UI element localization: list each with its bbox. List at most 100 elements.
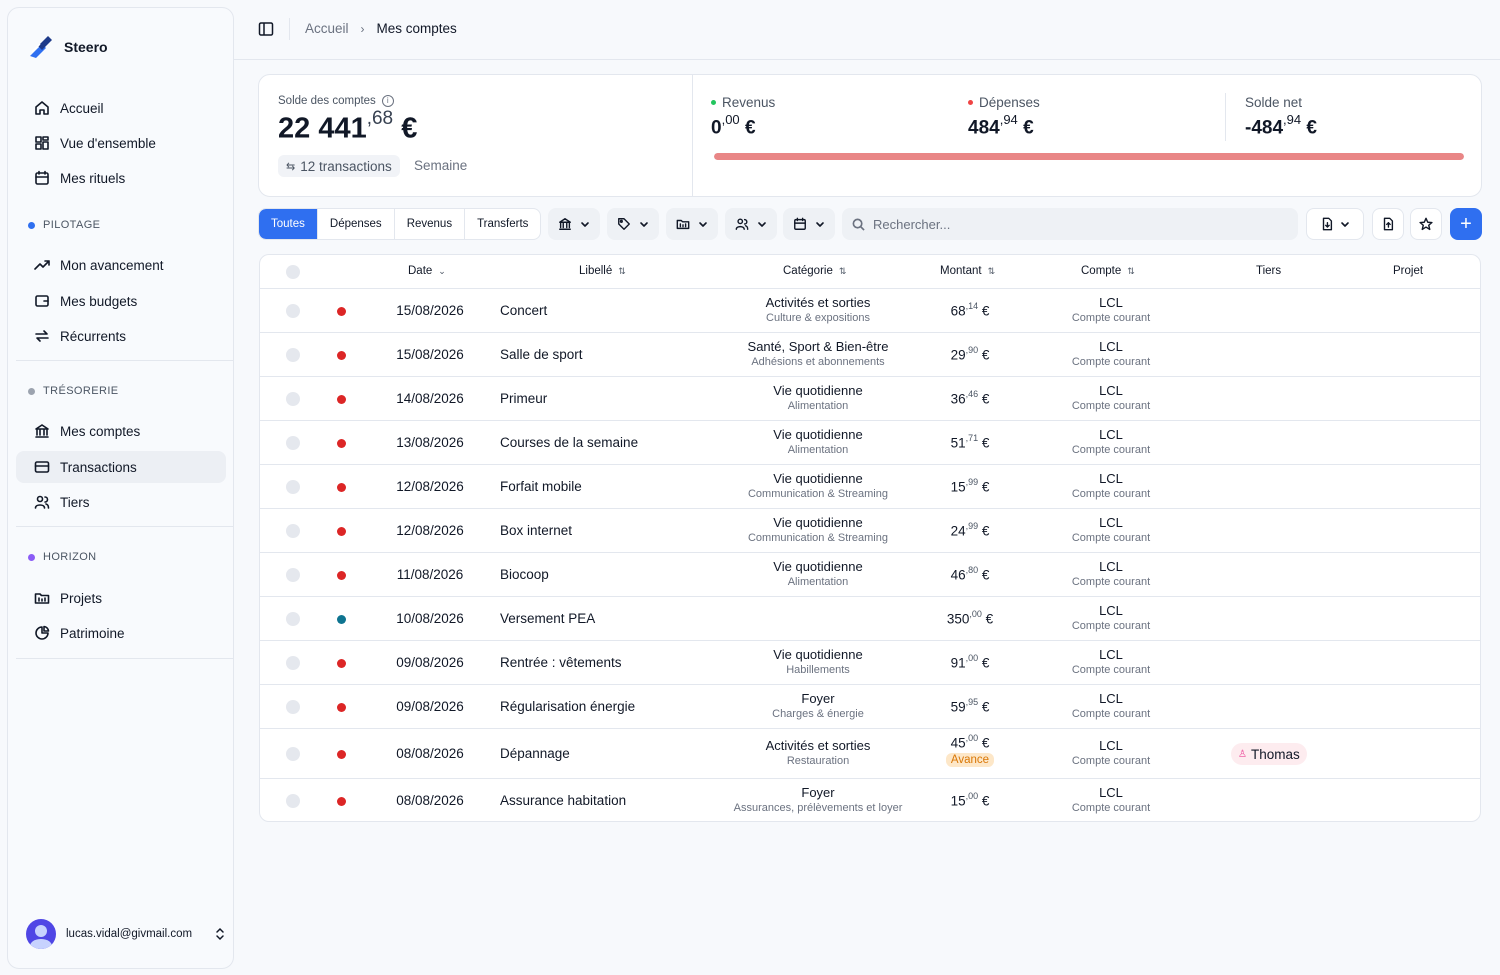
column-date[interactable]: Date ⌄ [408, 265, 446, 277]
account-type: Compte courant [1071, 755, 1151, 767]
file-download-icon [1322, 217, 1333, 231]
amount-dec: ,14 [965, 301, 979, 311]
folder-icon [34, 590, 50, 606]
card-icon [34, 459, 50, 475]
brand[interactable]: Steero [28, 34, 108, 60]
table-row[interactable]: 08/08/2026 Dépannage Activités et sorties R… [260, 729, 1480, 779]
account-filter-button[interactable] [548, 208, 600, 240]
breadcrumb-home[interactable]: Accueil [305, 21, 349, 36]
column-tiers[interactable]: Tiers [1256, 265, 1281, 277]
favorite-button[interactable] [1410, 208, 1442, 240]
tiers-chip[interactable]: ♙ Thomas [1231, 743, 1307, 765]
row-checkbox[interactable] [286, 348, 300, 362]
table-row[interactable]: 11/08/2026 Biocoop Vie quotidienne Alimenta… [260, 553, 1480, 597]
add-transaction-button[interactable]: + [1450, 208, 1482, 240]
sidebar-item-comptes[interactable]: Mes comptes [16, 415, 226, 447]
search-input[interactable] [873, 216, 1273, 232]
date-filter-button[interactable] [783, 208, 835, 240]
column-label: Date [408, 265, 433, 277]
row-checkbox[interactable] [286, 480, 300, 494]
select-all-checkbox[interactable] [286, 265, 300, 279]
account-name: LCL [1099, 738, 1123, 753]
row-checkbox[interactable] [286, 612, 300, 626]
metric-label: Dépenses [968, 95, 1040, 110]
brand-name: Steero [64, 39, 108, 55]
file-upload-icon [1383, 217, 1394, 231]
table-row[interactable]: 09/08/2026 Rentrée : vêtements Vie quotidi… [260, 641, 1480, 685]
depenses-dec: ,94 [999, 112, 1018, 127]
sidebar-item-budgets[interactable]: Mes budgets [16, 285, 226, 317]
tab-transferts[interactable]: Transferts [465, 209, 540, 239]
sidebar-item-tiers[interactable]: Tiers [16, 486, 226, 518]
column-categorie[interactable]: Catégorie ⇅ [783, 265, 846, 277]
cell-libelle: Concert [500, 303, 548, 318]
account-name: LCL [1099, 471, 1123, 486]
expense-progress-bar [714, 153, 1464, 160]
period-label[interactable]: Semaine [414, 158, 467, 173]
account-name: LCL [1099, 559, 1123, 574]
sidebar-item-vue-ensemble[interactable]: Vue d'ensemble [16, 127, 226, 159]
balance-int: 22 441 [278, 112, 367, 145]
column-montant[interactable]: Montant ⇅ [940, 265, 995, 277]
project-filter-button[interactable] [666, 208, 718, 240]
sidebar-item-rituels[interactable]: Mes rituels [16, 162, 226, 194]
bank-icon [559, 218, 571, 230]
sidebar-item-recurrents[interactable]: Récurrents [16, 320, 226, 352]
row-checkbox[interactable] [286, 436, 300, 450]
metric-value: -484,94 € [1245, 112, 1317, 139]
home-icon [34, 100, 50, 116]
cell-libelle: Versement PEA [500, 611, 596, 626]
transfer-icon: ⇆ [286, 160, 296, 173]
tab-toutes[interactable]: Toutes [259, 209, 318, 239]
column-libelle[interactable]: Libellé ⇅ [579, 265, 626, 277]
row-checkbox[interactable] [286, 568, 300, 582]
repeat-icon [34, 328, 50, 344]
currency: € [981, 699, 990, 715]
search-box [842, 208, 1298, 240]
tab-revenus[interactable]: Revenus [395, 209, 466, 239]
import-button[interactable] [1372, 208, 1404, 240]
sidebar-toggle-icon[interactable] [258, 21, 274, 37]
tiers-filter-button[interactable] [725, 208, 777, 240]
row-checkbox[interactable] [286, 304, 300, 318]
row-checkbox[interactable] [286, 747, 300, 761]
row-checkbox[interactable] [286, 656, 300, 670]
table-row[interactable]: 08/08/2026 Assurance habitation Foyer Assur… [260, 779, 1480, 821]
column-projet[interactable]: Projet [1393, 265, 1423, 277]
sidebar-item-projets[interactable]: Projets [16, 582, 226, 614]
star-icon [1419, 217, 1433, 231]
revenue-dot [711, 100, 716, 105]
table-row[interactable]: 12/08/2026 Box internet Vie quotidienne Com… [260, 509, 1480, 553]
export-button[interactable] [1306, 208, 1364, 240]
category-filter-button[interactable] [607, 208, 659, 240]
sidebar-item-patrimoine[interactable]: Patrimoine [16, 617, 226, 649]
table-row[interactable]: 15/08/2026 Salle de sport Santé, Sport & B… [260, 333, 1480, 377]
row-checkbox[interactable] [286, 794, 300, 808]
steero-logo-icon [30, 36, 52, 58]
info-icon[interactable]: i [381, 95, 394, 107]
table-row[interactable]: 09/08/2026 Régularisation énergie Foyer Cha… [260, 685, 1480, 729]
cell-compte: LCL Compte courant [1040, 691, 1182, 720]
sidebar-item-accueil[interactable]: Accueil [16, 92, 226, 124]
row-checkbox[interactable] [286, 524, 300, 538]
table-row[interactable]: 14/08/2026 Primeur Vie quotidienne Alimenta… [260, 377, 1480, 421]
tab-depenses[interactable]: Dépenses [318, 209, 395, 239]
row-checkbox[interactable] [286, 700, 300, 714]
cell-libelle: Box internet [500, 523, 573, 538]
table-row[interactable]: 12/08/2026 Forfait mobile Vie quotidienne C… [260, 465, 1480, 509]
status-dot [337, 658, 346, 668]
status-dot [337, 438, 346, 448]
user-menu[interactable]: lucas.vidal@givmail.com [26, 918, 226, 950]
column-compte[interactable]: Compte ⇅ [1081, 265, 1135, 277]
balance-dec: ,68 [366, 108, 394, 129]
sidebar-item-avancement[interactable]: Mon avancement [16, 249, 226, 281]
table-row[interactable]: 15/08/2026 Concert Activités et sorties Cul… [260, 289, 1480, 333]
amount-dec: ,80 [965, 565, 979, 575]
table-row[interactable]: 13/08/2026 Courses de la semaine Vie quoti… [260, 421, 1480, 465]
table-row[interactable]: 10/08/2026 Versement PEA 350,00 € LCL Compte… [260, 597, 1480, 641]
sidebar-item-label: Patrimoine [60, 625, 125, 641]
metric-revenus: Revenus 0,00 € [711, 95, 775, 139]
sidebar-divider [16, 360, 234, 361]
sidebar-item-transactions[interactable]: Transactions [16, 451, 226, 483]
row-checkbox[interactable] [286, 392, 300, 406]
